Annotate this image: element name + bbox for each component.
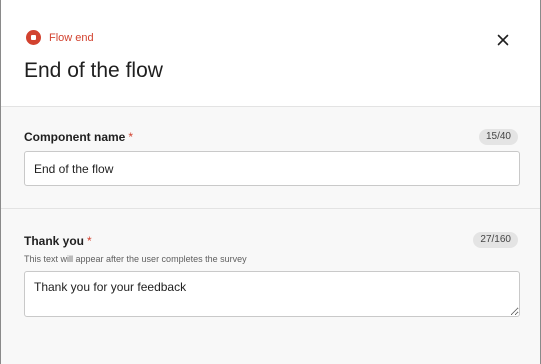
- thank-you-textarea[interactable]: Thank you for your feedback: [24, 271, 520, 317]
- close-icon: [497, 34, 509, 46]
- thank-you-label: Thank you *: [24, 233, 92, 249]
- page-title: End of the flow: [24, 59, 163, 82]
- component-name-char-counter: 15/40: [478, 129, 518, 145]
- thank-you-section: Thank you * 27/160 This text will appear …: [1, 209, 540, 364]
- stop-circle-icon: [26, 30, 41, 45]
- thank-you-label-text: Thank you: [24, 234, 85, 248]
- thank-you-char-counter: 27/160: [473, 232, 518, 248]
- component-name-label: Component name *: [24, 129, 133, 145]
- flow-end-editor-panel: Flow end End of the flow Component name *…: [0, 0, 541, 364]
- component-type-label: Flow end: [49, 31, 94, 44]
- panel-header: Flow end End of the flow: [1, 0, 540, 107]
- required-marker: *: [128, 130, 134, 144]
- required-marker: *: [87, 234, 92, 248]
- component-name-section: Component name * 15/40: [1, 107, 540, 209]
- component-name-input[interactable]: [24, 151, 520, 186]
- component-type: Flow end: [26, 30, 94, 45]
- thank-you-help-text: This text will appear after the user com…: [24, 254, 247, 264]
- close-button[interactable]: [493, 30, 513, 50]
- component-name-label-text: Component name: [24, 130, 126, 144]
